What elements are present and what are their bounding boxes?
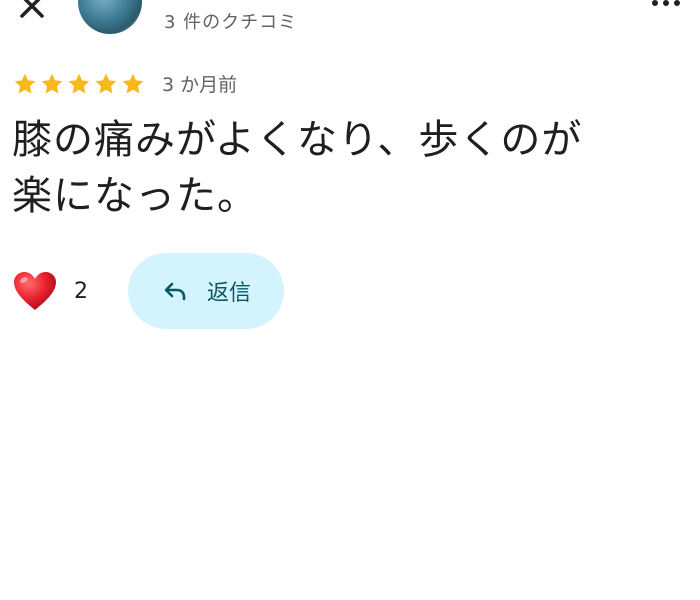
reply-button[interactable]: 返信 (128, 253, 284, 329)
avatar[interactable] (78, 0, 142, 34)
rating-row: 3 か月前 (12, 70, 237, 97)
star-icon (122, 73, 144, 93)
reply-label: 返信 (206, 281, 251, 306)
star-icon (14, 73, 36, 93)
more-horiz-icon (652, 0, 658, 6)
more-options-button[interactable] (652, 0, 684, 10)
reply-icon (164, 282, 186, 301)
star-icon (95, 73, 117, 93)
close-button[interactable] (14, 0, 50, 24)
review-count[interactable]: 3 件のクチコミ (164, 8, 297, 34)
like-count: 2 (74, 278, 88, 304)
review-date: 3 か月前 (162, 74, 238, 96)
review-actions: 2 返信 (12, 253, 284, 329)
review-text: 膝の痛みがよくなり、歩くのが 楽になった。 (12, 112, 682, 224)
heart-icon (14, 272, 56, 310)
star-rating (12, 71, 146, 97)
close-icon (20, 0, 44, 18)
review-text-line: 膝の痛みがよくなり、歩くのが (12, 117, 583, 163)
like-button[interactable]: 2 (12, 270, 88, 312)
star-icon (68, 73, 90, 93)
review-text-line: 楽になった。 (12, 173, 258, 219)
star-icon (41, 73, 63, 93)
